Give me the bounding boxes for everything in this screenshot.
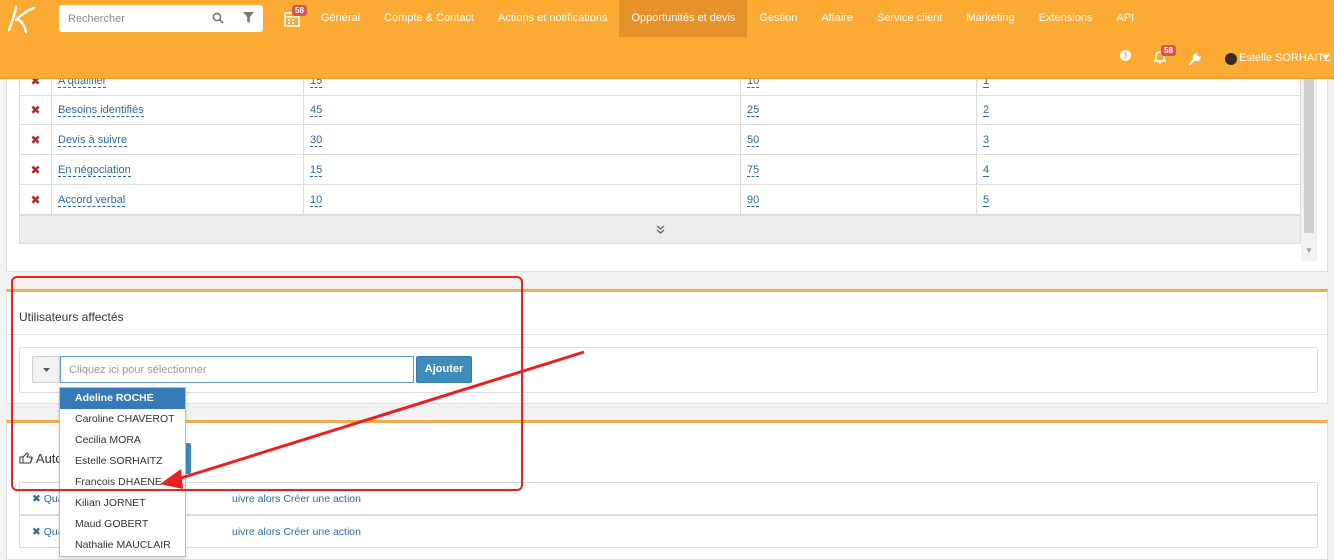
rule-suffix[interactable]: uivre alors Créer une action [232,493,361,505]
delete-rule-icon[interactable]: ✖ [32,493,41,505]
stages-panel: ✖ A qualifier 15 10 1 ✖ Besoins identifi… [6,66,1328,272]
stage-value-1[interactable]: 15 [310,164,323,177]
stage-order[interactable]: 4 [983,164,990,177]
avatar[interactable] [1225,53,1237,65]
user-option[interactable]: Francois DHAENE [60,472,185,493]
app-logo[interactable] [6,4,36,34]
user-name[interactable]: Estelle SORHAITZ [1239,52,1331,64]
calendar-badge: 58 [292,5,307,16]
user-option[interactable]: Maud GOBERT [60,514,185,535]
main-nav: Général Compte & Contact Actions et noti… [309,0,1146,37]
stage-value-2[interactable]: 90 [747,194,760,207]
assigned-users-panel: Utilisateurs affectés Ajouter [6,289,1328,404]
panel-title: Utilisateurs affectés [19,310,124,324]
wrench-icon[interactable] [1189,53,1201,65]
table-row: ✖ Devis à suivre 30 50 3 [19,125,1301,155]
stage-value-2[interactable]: 75 [747,164,760,177]
stage-name[interactable]: Accord verbal [58,194,126,207]
stage-value-2[interactable]: 25 [747,104,760,117]
stages-table: ✖ A qualifier 15 10 1 ✖ Besoins identifi… [19,66,1301,246]
user-option[interactable]: Nathalie MAUCLAIR [60,535,185,556]
tab-opportunites-devis[interactable]: Opportunités et devis [619,0,748,37]
stage-value-1[interactable]: 10 [310,194,323,207]
user-option[interactable]: Caroline CHAVEROT [60,409,185,430]
tab-compte-contact[interactable]: Compte & Contact [372,0,486,37]
tab-actions-notifications[interactable]: Actions et notifications [486,0,619,37]
user-option[interactable]: Kilian JORNET [60,493,185,514]
scrollbar-thumb[interactable] [1304,71,1314,233]
stage-name[interactable]: Devis à suivre [58,134,128,147]
tab-service-client[interactable]: Service client [865,0,954,37]
filter-icon[interactable] [243,12,254,24]
table-row: ✖ En négociation 15 75 4 [19,155,1301,185]
add-user-button[interactable]: Ajouter [416,356,472,383]
top-navigation-bar: 58 Général Compte & Contact Actions et n… [0,0,1334,79]
stage-name[interactable]: Besoins identifiés [58,104,144,117]
svg-text:?: ? [1123,51,1128,60]
delete-icon[interactable]: ✖ [19,155,51,185]
delete-rule-icon[interactable]: ✖ [32,526,41,538]
notifications-badge: 58 [1161,45,1176,56]
stage-name[interactable]: En négociation [58,164,131,177]
delete-icon[interactable]: ✖ [19,95,51,125]
panel-title: Auto [19,451,63,466]
user-option[interactable]: Estelle SORHAITZ [60,451,185,472]
search-input[interactable] [59,5,209,32]
stage-value-1[interactable]: 30 [310,134,323,147]
help-icon[interactable]: ? [1120,50,1131,61]
stage-value-2[interactable]: 50 [747,134,760,147]
vertical-scrollbar[interactable]: ▼ [1301,71,1317,261]
tab-marketing[interactable]: Marketing [954,0,1026,37]
stage-value-1[interactable]: 45 [310,104,323,117]
user-option[interactable]: Cecilia MORA [60,430,185,451]
chevron-down-icon [43,368,50,372]
user-dropdown-list: Adeline ROCHE Caroline CHAVEROT Cecilia … [59,387,186,557]
double-chevron-down-icon [656,225,664,234]
stage-order[interactable]: 3 [983,134,990,147]
dropdown-toggle-button[interactable] [32,356,60,383]
rule-suffix[interactable]: uivre alors Créer une action [232,526,361,538]
user-select-input[interactable] [60,356,414,383]
chevron-down-icon[interactable] [1322,55,1329,60]
hand-pointer-icon [19,452,33,464]
stage-order[interactable]: 5 [983,194,990,207]
automation-rule-row: ✖ Qua uivre alors Créer une action [19,482,1318,515]
user-select-box: Ajouter [19,347,1318,393]
expand-rows-button[interactable] [19,215,1301,244]
global-search [59,5,263,32]
tab-api[interactable]: API [1104,0,1146,37]
automation-rule-row: ✖ Qua uivre alors Créer une action [19,515,1318,548]
user-option[interactable]: Adeline ROCHE [60,388,185,409]
tab-affaire[interactable]: Affaire [809,0,865,37]
search-icon[interactable] [212,12,224,24]
tab-gestion[interactable]: Gestion [747,0,809,37]
divider [7,334,1327,335]
table-row: ✖ Accord verbal 10 90 5 [19,185,1301,215]
scroll-down-icon[interactable]: ▼ [1305,246,1313,255]
delete-icon[interactable]: ✖ [19,185,51,215]
table-row: ✖ Besoins identifiés 45 25 2 [19,95,1301,125]
automation-panel: Auto ✖ Qua uivre alors Créer une action … [6,420,1328,560]
delete-icon[interactable]: ✖ [19,125,51,155]
tab-extensions[interactable]: Extensions [1027,0,1105,37]
stage-order[interactable]: 2 [983,104,990,117]
tab-general[interactable]: Général [309,0,372,37]
